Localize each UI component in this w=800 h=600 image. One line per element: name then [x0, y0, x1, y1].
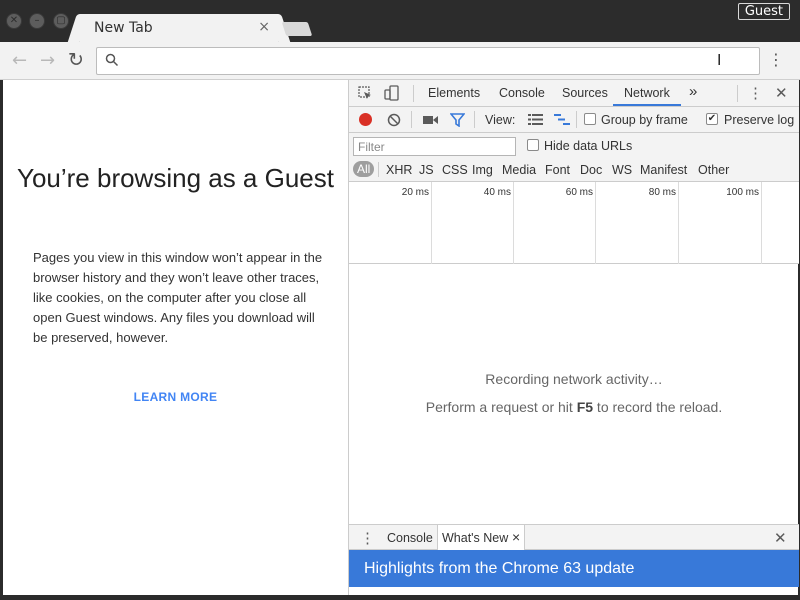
inspect-element-icon[interactable]: [358, 86, 373, 101]
minimize-icon: –: [34, 15, 40, 26]
reload-hint-pre: Perform a request or hit: [425, 399, 577, 415]
drawer-tab-console[interactable]: Console: [387, 531, 433, 545]
window-maximize-button[interactable]: ▢: [53, 13, 69, 29]
type-filter-all[interactable]: All: [353, 161, 375, 177]
more-tabs-icon[interactable]: »: [689, 83, 697, 100]
browser-menu-icon[interactable]: ⋮: [768, 50, 784, 69]
maximize-icon: ▢: [56, 15, 66, 26]
type-filter-css[interactable]: CSS: [442, 163, 468, 177]
type-filter-js[interactable]: JS: [419, 163, 434, 177]
divider: [576, 111, 577, 128]
recording-message: Recording network activity…: [485, 371, 663, 387]
tab-close-icon[interactable]: ×: [258, 19, 270, 35]
page-title: You’re browsing as a Guest: [16, 163, 334, 193]
tab-sources[interactable]: Sources: [562, 86, 608, 100]
timeline-gridline: [761, 182, 762, 264]
timeline-gridline: [595, 182, 596, 264]
back-arrow-icon[interactable]: ←: [12, 50, 27, 71]
preserve-log-checkbox[interactable]: ✔: [706, 113, 718, 125]
text-cursor-icon: I: [717, 51, 722, 69]
capture-screenshots-icon[interactable]: [423, 115, 438, 125]
forward-arrow-icon[interactable]: →: [40, 50, 55, 71]
type-filter-img[interactable]: Img: [472, 163, 493, 177]
timeline-label: 60 ms: [565, 187, 593, 198]
devtools-menu-icon[interactable]: ⋮: [748, 84, 763, 102]
group-by-frame-checkbox[interactable]: [584, 113, 596, 125]
tab-console[interactable]: Console: [499, 86, 545, 100]
drawer-menu-icon[interactable]: ⋮: [360, 529, 375, 547]
divider: [413, 85, 414, 102]
divider: [474, 111, 475, 128]
record-icon[interactable]: [359, 113, 372, 126]
type-filter-xhr[interactable]: XHR: [386, 163, 412, 177]
type-filter-font[interactable]: Font: [545, 163, 570, 177]
tab-new-tab[interactable]: New Tab ×: [80, 14, 278, 44]
hide-data-urls-label: Hide data URLs: [544, 139, 633, 153]
guest-description: Pages you view in this window won’t appe…: [33, 250, 323, 345]
reload-icon[interactable]: ↻: [68, 49, 84, 71]
timeline-gridline: [513, 182, 514, 264]
timeline-label: 40 ms: [483, 187, 511, 198]
drawer-tab-label: What's New: [442, 531, 509, 545]
window-close-button[interactable]: ✕: [6, 13, 22, 29]
drawer-tab-whats-new[interactable]: What's New ×: [437, 525, 525, 550]
large-rows-icon[interactable]: [528, 114, 543, 125]
title-bar: ✕ – ▢ New Tab × Guest: [0, 0, 800, 44]
timeline-gridline: [431, 182, 432, 264]
learn-more-link[interactable]: LEARN MORE: [3, 390, 348, 404]
window-bottom-border: [0, 595, 800, 600]
devtools-close-icon[interactable]: ✕: [775, 84, 788, 102]
address-bar[interactable]: I: [96, 47, 760, 75]
whats-new-highlights[interactable]: Highlights from the Chrome 63 update: [349, 550, 799, 587]
resource-type-filters: All XHR JS CSS Img Media Font Doc WS Man…: [349, 157, 799, 182]
clear-icon[interactable]: [387, 113, 401, 127]
tab-elements[interactable]: Elements: [428, 86, 480, 100]
preserve-log-label: Preserve log: [724, 113, 795, 127]
hide-data-urls-checkbox[interactable]: [527, 139, 539, 151]
divider: [737, 85, 738, 102]
devtools-tab-bar: Elements Console Sources Network » ⋮ ✕: [349, 80, 799, 107]
divider: [411, 111, 412, 128]
drawer-tab-close-icon[interactable]: ×: [512, 529, 520, 545]
reload-hint-post: to record the reload.: [593, 399, 723, 415]
network-timeline-overview[interactable]: 20 ms 40 ms 60 ms 80 ms 100 ms: [349, 182, 799, 264]
type-filter-doc[interactable]: Doc: [580, 163, 602, 177]
group-by-frame-label: Group by frame: [601, 113, 688, 127]
filter-icon[interactable]: [450, 113, 465, 127]
timeline-label: 20 ms: [401, 187, 429, 198]
close-icon: ✕: [9, 15, 19, 26]
timeline-label: 100 ms: [726, 187, 759, 198]
device-toolbar-icon[interactable]: [384, 85, 400, 101]
divider: [378, 162, 379, 177]
drawer-tab-bar: ⋮ Console What's New × ✕: [349, 524, 799, 550]
reload-hint: Perform a request or hit F5 to record th…: [349, 399, 799, 415]
guest-profile-button[interactable]: Guest: [737, 3, 790, 20]
drawer-close-icon[interactable]: ✕: [774, 529, 787, 547]
filter-input[interactable]: [353, 137, 516, 156]
guest-page: You’re browsing as a Guest Pages you vie…: [3, 80, 348, 595]
window-minimize-button[interactable]: –: [29, 13, 45, 29]
type-filter-ws[interactable]: WS: [612, 163, 632, 177]
active-tab-indicator: [613, 104, 681, 106]
new-tab-button[interactable]: [281, 22, 313, 36]
tab-title: New Tab: [94, 20, 153, 36]
type-filter-manifest[interactable]: Manifest: [640, 163, 687, 177]
filter-row: Hide data URLs: [349, 133, 799, 157]
browser-toolbar: ← → ↻ I ⋮: [0, 42, 800, 80]
reload-key: F5: [576, 399, 594, 415]
tab-network[interactable]: Network: [624, 86, 670, 100]
type-filter-media[interactable]: Media: [502, 163, 536, 177]
timeline-label: 80 ms: [648, 187, 676, 198]
network-toolbar: View: Group by frame ✔ Preserve log: [349, 107, 799, 133]
type-filter-other[interactable]: Other: [698, 163, 729, 177]
overview-icon[interactable]: [554, 114, 570, 125]
timeline-gridline: [678, 182, 679, 264]
devtools-panel: Elements Console Sources Network » ⋮ ✕ V…: [348, 80, 799, 595]
search-icon: [105, 53, 119, 67]
view-label: View:: [485, 113, 516, 127]
